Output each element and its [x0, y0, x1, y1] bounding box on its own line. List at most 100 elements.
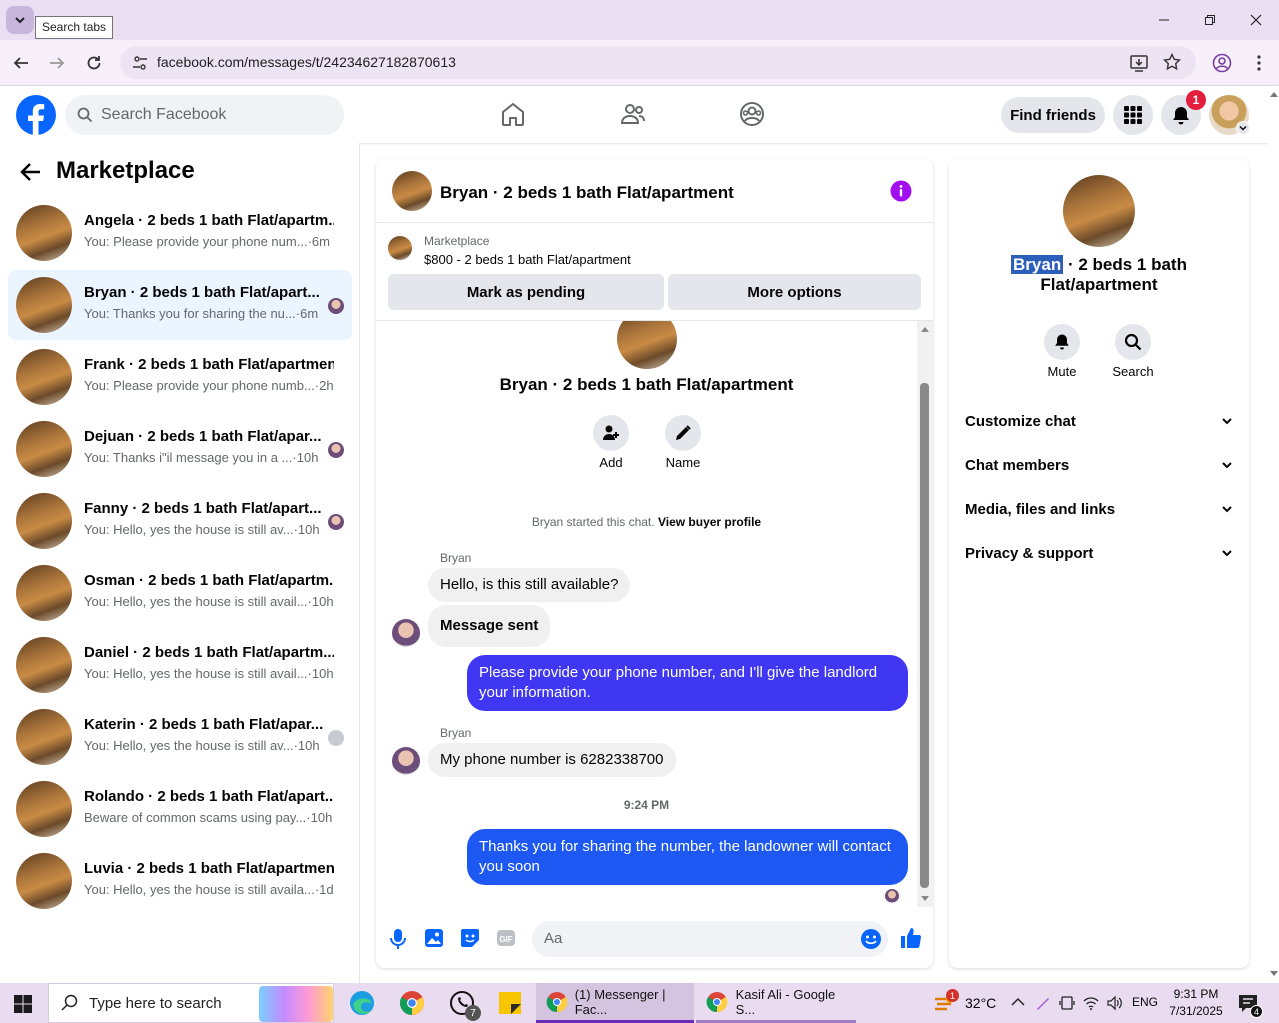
conversation-item[interactable]: Fanny · 2 beds 1 bath Flat/apart... You: … [8, 486, 352, 556]
listing-thumbnail[interactable] [388, 236, 412, 260]
mute-button[interactable] [1044, 324, 1080, 360]
conversation-time: ·6m [295, 306, 319, 321]
find-friends-button[interactable]: Find friends [1001, 97, 1105, 133]
tab-search-button[interactable] [6, 6, 34, 34]
message-incoming[interactable]: Hello, is this still available? [428, 568, 631, 602]
chat-title[interactable]: Bryan · 2 beds 1 bath Flat/apartment [440, 183, 734, 203]
scroll-up-icon[interactable] [1270, 91, 1278, 97]
restore-button[interactable] [1187, 0, 1233, 40]
message-outgoing[interactable]: Please provide your phone number, and I'… [467, 655, 908, 711]
search-in-chat-button[interactable] [1115, 324, 1151, 360]
message-incoming[interactable]: My phone number is 6282338700 [428, 743, 676, 777]
sender-name: Bryan [440, 726, 472, 740]
scroll-up-icon[interactable] [921, 326, 929, 332]
add-button[interactable] [593, 415, 629, 451]
conversation-info-button[interactable] [890, 180, 912, 202]
conversation-item[interactable]: Frank · 2 beds 1 bath Flat/apartment You:… [8, 342, 352, 412]
chrome-taskbar-icon[interactable] [399, 990, 425, 1016]
panel-section[interactable]: Chat members [965, 443, 1233, 487]
bookmark-star-icon[interactable] [1163, 53, 1181, 71]
show-hidden-icons[interactable] [1011, 996, 1025, 1008]
conversation-item[interactable]: Luvia · 2 beds 1 bath Flat/apartment You:… [8, 846, 352, 916]
conversation-preview-text: You: Thanks you for sharing the nu... [84, 306, 296, 321]
chat-scrollbar[interactable] [917, 321, 933, 907]
message-outgoing[interactable]: Thanks you for sharing the number, the l… [467, 829, 908, 885]
taskbar-app-messenger[interactable]: (1) Messenger | Fac... [536, 983, 694, 1023]
sticky-notes-taskbar-icon[interactable] [499, 992, 521, 1014]
facebook-logo[interactable] [16, 95, 56, 135]
gif-button[interactable]: GIF [496, 928, 516, 948]
taskbar-search-box[interactable]: Type here to search [48, 983, 334, 1023]
chat-avatar[interactable] [392, 171, 432, 211]
mark-pending-button[interactable]: Mark as pending [388, 274, 664, 310]
message-incoming[interactable]: Message sent [428, 605, 551, 647]
emoji-button[interactable] [860, 928, 882, 950]
profile-icon[interactable] [1212, 53, 1232, 73]
edge-taskbar-icon[interactable] [349, 990, 375, 1016]
more-options-button[interactable]: More options [668, 274, 921, 310]
search-label: Search [1112, 364, 1154, 379]
message-input[interactable]: Aa [532, 921, 888, 957]
notification-badge: 1 [1186, 90, 1206, 110]
site-info-icon[interactable] [132, 55, 148, 71]
conversation-item[interactable]: Osman · 2 beds 1 bath Flat/apartm... You:… [8, 558, 352, 628]
scroll-down-icon[interactable] [1270, 971, 1278, 977]
conversation-item[interactable]: Angela · 2 beds 1 bath Flat/apartm... You… [8, 198, 352, 268]
conversation-item[interactable]: Daniel · 2 beds 1 bath Flat/apartm... You… [8, 630, 352, 700]
minimize-button[interactable] [1141, 0, 1187, 40]
search-highlight-image[interactable] [259, 986, 333, 1022]
account-chevron-icon[interactable] [1236, 121, 1250, 135]
conversation-thumbnail [16, 493, 72, 549]
message-thread: Bryan · 2 beds 1 bath Flat/apartment Add… [376, 321, 917, 907]
language-indicator[interactable]: ENG [1132, 995, 1158, 1009]
temperature[interactable]: 32°C [965, 995, 996, 1011]
pen-icon[interactable] [1035, 995, 1051, 1011]
device-icon[interactable] [1059, 995, 1075, 1011]
conversation-time: ·10h [293, 738, 320, 753]
reload-button[interactable] [85, 54, 103, 72]
conversation-item[interactable]: Bryan · 2 beds 1 bath Flat/apart... You: … [8, 270, 352, 340]
sticker-icon [461, 929, 479, 947]
page-scrollbar[interactable] [1268, 87, 1279, 983]
voice-clip-button[interactable] [388, 928, 408, 950]
back-button[interactable] [12, 54, 30, 72]
conversation-time: ·10h [307, 666, 334, 681]
panel-section[interactable]: Media, files and links [965, 487, 1233, 531]
windows-taskbar: Type here to search 7 (1) Messenger | Fa… [0, 983, 1279, 1023]
listing-title[interactable]: $800 - 2 beds 1 bath Flat/apartment [424, 252, 631, 267]
taskbar-app-google-sheets[interactable]: Kasif Ali - Google S... [696, 983, 856, 1023]
nav-home[interactable] [500, 101, 526, 127]
taskbar-clock[interactable]: 9:31 PM 7/31/2025 [1168, 986, 1224, 1020]
view-buyer-profile-link[interactable]: View buyer profile [658, 515, 761, 529]
install-app-icon[interactable] [1130, 54, 1148, 72]
start-button[interactable] [14, 995, 32, 1013]
nickname-button[interactable] [665, 415, 701, 451]
menu-button[interactable] [1113, 95, 1153, 135]
close-window-button[interactable] [1233, 0, 1279, 40]
forward-button[interactable] [48, 54, 66, 72]
scroll-down-icon[interactable] [921, 896, 929, 902]
nav-friends[interactable] [620, 101, 646, 127]
address-bar[interactable]: facebook.com/messages/t/2423462718287061… [120, 46, 1196, 79]
scrollbar-thumb[interactable] [920, 383, 929, 888]
panel-section-label: Chat members [965, 456, 1070, 474]
menu-kebab-icon[interactable] [1249, 53, 1269, 73]
conversation-item[interactable]: Dejuan · 2 beds 1 bath Flat/apar... You: … [8, 414, 352, 484]
conversation-item[interactable]: Rolando · 2 beds 1 bath Flat/apart... Bew… [8, 774, 352, 844]
minimize-icon [1159, 19, 1169, 21]
nav-groups[interactable] [739, 101, 765, 127]
sticker-button[interactable] [460, 928, 480, 948]
panel-section[interactable]: Privacy & support [965, 531, 1233, 575]
panel-section[interactable]: Customize chat [965, 399, 1233, 443]
volume-icon[interactable] [1107, 995, 1123, 1011]
facebook-search-input[interactable]: Search Facebook [65, 95, 344, 135]
conversation-time: ·6m [307, 234, 330, 249]
taskbar-app-label: (1) Messenger | Fac... [574, 986, 666, 1017]
like-button[interactable] [899, 926, 923, 950]
conversation-preview: You: Hello, yes the house is still avail… [84, 882, 334, 897]
conversation-item[interactable]: Katerin · 2 beds 1 bath Flat/apar... You:… [8, 702, 352, 772]
wifi-icon[interactable] [1083, 995, 1099, 1011]
back-arrow-button[interactable] [20, 161, 42, 183]
attach-photo-button[interactable] [424, 928, 444, 948]
conversation-thumbnail [16, 853, 72, 909]
